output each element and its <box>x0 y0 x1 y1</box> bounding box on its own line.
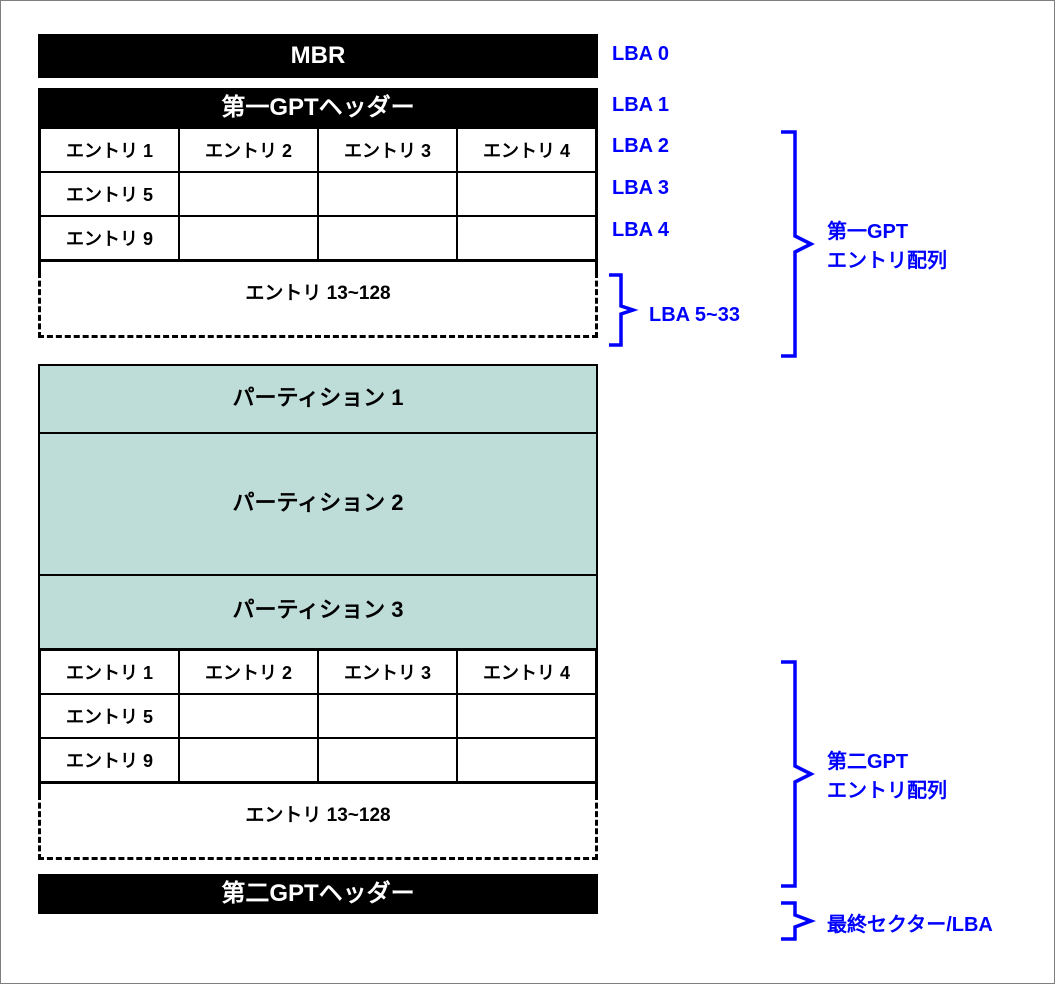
entry-cell <box>457 738 596 782</box>
main-column: MBR 第一GPTヘッダー エントリ 1 エントリ 2 エントリ 3 エントリ … <box>38 34 598 914</box>
entry-cell <box>179 172 318 216</box>
primary-entries-table: エントリ 1 エントリ 2 エントリ 3 エントリ 4 エントリ 5 エントリ … <box>38 128 598 262</box>
bracket-last-icon <box>777 899 819 943</box>
entry-cell: エントリ 4 <box>457 650 596 694</box>
secondary-entries-table: エントリ 1 エントリ 2 エントリ 3 エントリ 4 エントリ 5 エントリ … <box>38 650 598 784</box>
secondary-array-label: 第二GPT エントリ配列 <box>827 745 947 803</box>
mbr-header: MBR <box>38 34 598 78</box>
bracket-primary-icon <box>777 128 819 360</box>
partitions-block: パーティション 1 パーティション 2 パーティション 3 <box>38 364 598 650</box>
bracket-small-primary-icon <box>605 271 645 349</box>
lba-3-label: LBA 3 <box>612 177 669 200</box>
entry-cell: エントリ 3 <box>318 128 457 172</box>
entry-cell: エントリ 2 <box>179 650 318 694</box>
entry-cell <box>457 694 596 738</box>
last-sector-label: 最終セクター/LBA <box>827 908 993 937</box>
entry-cell <box>318 216 457 260</box>
table-row: エントリ 1 エントリ 2 エントリ 3 エントリ 4 <box>40 128 596 172</box>
entry-cell <box>457 172 596 216</box>
entry-cell: エントリ 9 <box>40 738 179 782</box>
entries-rest-secondary: エントリ 13~128 <box>38 794 598 860</box>
partition-3: パーティション 3 <box>40 576 596 648</box>
entry-cell <box>318 172 457 216</box>
entry-cell: エントリ 5 <box>40 694 179 738</box>
entry-cell: エントリ 9 <box>40 216 179 260</box>
entry-cell: エントリ 2 <box>179 128 318 172</box>
secondary-gpt-header: 第二GPTヘッダー <box>38 874 598 914</box>
bracket-secondary-icon <box>777 658 819 890</box>
lba-4-label: LBA 4 <box>612 219 669 242</box>
entry-cell <box>318 694 457 738</box>
dash-gap <box>38 261 598 272</box>
entry-cell: エントリ 5 <box>40 172 179 216</box>
entries-rest-primary: エントリ 13~128 <box>38 272 598 338</box>
dash-gap <box>38 783 598 794</box>
entry-cell: エントリ 1 <box>40 650 179 694</box>
partition-1: パーティション 1 <box>40 366 596 434</box>
table-row: エントリ 5 <box>40 694 596 738</box>
lba-5-33-label: LBA 5~33 <box>649 304 740 327</box>
entry-cell <box>318 738 457 782</box>
table-row: エントリ 1 エントリ 2 エントリ 3 エントリ 4 <box>40 650 596 694</box>
partition-2: パーティション 2 <box>40 434 596 576</box>
primary-gpt-header: 第一GPTヘッダー <box>38 88 598 128</box>
table-row: エントリ 5 <box>40 172 596 216</box>
lba-0-label: LBA 0 <box>612 43 669 66</box>
entry-cell <box>179 216 318 260</box>
entry-cell <box>179 738 318 782</box>
table-row: エントリ 9 <box>40 738 596 782</box>
lba-1-label: LBA 1 <box>612 94 669 117</box>
table-row: エントリ 9 <box>40 216 596 260</box>
entry-cell <box>457 216 596 260</box>
lba-2-label: LBA 2 <box>612 135 669 158</box>
entry-cell: エントリ 1 <box>40 128 179 172</box>
entry-cell <box>179 694 318 738</box>
primary-array-label: 第一GPT エントリ配列 <box>827 215 947 273</box>
diagram-canvas: MBR 第一GPTヘッダー エントリ 1 エントリ 2 エントリ 3 エントリ … <box>0 0 1055 984</box>
entry-cell: エントリ 4 <box>457 128 596 172</box>
entry-cell: エントリ 3 <box>318 650 457 694</box>
